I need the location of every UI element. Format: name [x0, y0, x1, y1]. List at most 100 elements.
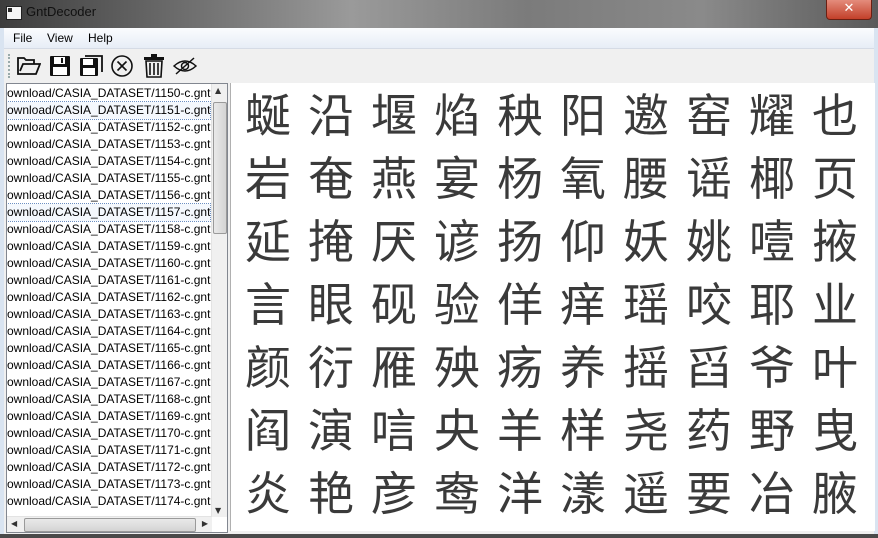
file-list-item[interactable]: ownload/CASIA_DATASET/1151-c.gnt	[7, 101, 212, 120]
character-sample[interactable]: 燕	[363, 148, 425, 210]
vertical-scroll-thumb[interactable]	[213, 102, 227, 234]
character-sample[interactable]: 彦	[363, 463, 425, 525]
file-list-item[interactable]: ownload/CASIA_DATASET/1165-c.gnt	[7, 340, 210, 357]
file-list-item[interactable]: ownload/CASIA_DATASET/1154-c.gnt	[7, 153, 210, 170]
character-sample[interactable]: 椰	[741, 148, 803, 210]
character-sample[interactable]: 艳	[300, 463, 362, 525]
character-sample[interactable]: 验	[426, 274, 488, 336]
character-sample[interactable]: 厌	[363, 211, 425, 273]
vertical-scrollbar[interactable]: ▲ ▼	[211, 84, 227, 517]
character-sample[interactable]: 央	[426, 400, 488, 462]
character-sample[interactable]: 掖	[804, 211, 866, 273]
character-sample[interactable]: 遥	[615, 463, 677, 525]
horizontal-scroll-thumb[interactable]	[24, 518, 196, 532]
file-list-item[interactable]: ownload/CASIA_DATASET/1174-c.gnt	[7, 493, 210, 510]
file-list-item[interactable]: ownload/CASIA_DATASET/1167-c.gnt	[7, 374, 210, 391]
character-sample[interactable]: 窑	[678, 85, 740, 147]
character-sample[interactable]: 仰	[552, 211, 614, 273]
character-sample[interactable]: 岩	[237, 148, 299, 210]
file-list-item[interactable]: ownload/CASIA_DATASET/1161-c.gnt	[7, 272, 210, 289]
character-sample[interactable]: 姚	[678, 211, 740, 273]
file-list-item[interactable]: ownload/CASIA_DATASET/1172-c.gnt	[7, 459, 210, 476]
file-list-item[interactable]: ownload/CASIA_DATASET/1164-c.gnt	[7, 323, 210, 340]
scroll-left-icon[interactable]: ◀	[11, 519, 17, 528]
character-sample[interactable]: 瑶	[615, 274, 677, 336]
file-list-item[interactable]: ownload/CASIA_DATASET/1152-c.gnt	[7, 119, 210, 136]
character-sample[interactable]: 砚	[363, 274, 425, 336]
character-sample[interactable]: 冶	[741, 463, 803, 525]
character-sample[interactable]: 雁	[363, 337, 425, 399]
character-sample[interactable]: 页	[804, 148, 866, 210]
horizontal-scrollbar[interactable]: ◀ ▶	[7, 516, 212, 532]
character-sample[interactable]: 疡	[489, 337, 551, 399]
character-sample[interactable]: 洋	[489, 463, 551, 525]
file-list-item[interactable]: ownload/CASIA_DATASET/1166-c.gnt	[7, 357, 210, 374]
character-sample[interactable]: 阎	[237, 400, 299, 462]
character-sample[interactable]: 曳	[804, 400, 866, 462]
toolbar-grip[interactable]	[8, 54, 13, 78]
character-sample[interactable]: 殃	[426, 337, 488, 399]
character-sample[interactable]: 羊	[489, 400, 551, 462]
character-sample[interactable]: 扬	[489, 211, 551, 273]
character-sample[interactable]: 尧	[615, 400, 677, 462]
save-all-button[interactable]	[78, 54, 104, 78]
save-button[interactable]	[47, 54, 73, 78]
character-sample[interactable]: 焰	[426, 85, 488, 147]
close-button[interactable]: ✕	[826, 0, 872, 20]
character-sample[interactable]: 漾	[552, 463, 614, 525]
character-sample[interactable]: 痒	[552, 274, 614, 336]
character-sample[interactable]: 佯	[489, 274, 551, 336]
cancel-button[interactable]	[109, 54, 135, 78]
menu-help[interactable]: Help	[88, 31, 113, 45]
character-sample[interactable]: 咬	[678, 274, 740, 336]
character-sample[interactable]: 杨	[489, 148, 551, 210]
file-list-item[interactable]: ownload/CASIA_DATASET/1163-c.gnt	[7, 306, 210, 323]
scroll-right-icon[interactable]: ▶	[202, 519, 208, 528]
character-sample[interactable]: 样	[552, 400, 614, 462]
file-list-item[interactable]: ownload/CASIA_DATASET/1171-c.gnt	[7, 442, 210, 459]
character-sample[interactable]: 耀	[741, 85, 803, 147]
character-sample[interactable]: 宴	[426, 148, 488, 210]
character-sample[interactable]: 噎	[741, 211, 803, 273]
file-list-item[interactable]: ownload/CASIA_DATASET/1173-c.gnt	[7, 476, 210, 493]
menu-view[interactable]: View	[47, 31, 73, 45]
character-sample[interactable]: 言	[237, 274, 299, 336]
character-sample[interactable]: 氧	[552, 148, 614, 210]
file-list-item[interactable]: ownload/CASIA_DATASET/1158-c.gnt	[7, 221, 210, 238]
file-list-item[interactable]: ownload/CASIA_DATASET/1159-c.gnt	[7, 238, 210, 255]
character-sample[interactable]: 谚	[426, 211, 488, 273]
file-list-item[interactable]: ownload/CASIA_DATASET/1168-c.gnt	[7, 391, 210, 408]
file-list[interactable]: ownload/CASIA_DATASET/1150-c.gnt ownload/…	[6, 83, 228, 533]
character-sample[interactable]: 眼	[300, 274, 362, 336]
character-sample[interactable]: 养	[552, 337, 614, 399]
scroll-up-icon[interactable]: ▲	[215, 86, 221, 95]
character-sample[interactable]: 谣	[678, 148, 740, 210]
file-list-item[interactable]: ownload/CASIA_DATASET/1170-c.gnt	[7, 425, 210, 442]
character-sample[interactable]: 爷	[741, 337, 803, 399]
character-sample[interactable]: 腰	[615, 148, 677, 210]
character-sample[interactable]: 唁	[363, 400, 425, 462]
character-sample[interactable]: 野	[741, 400, 803, 462]
file-list-item[interactable]: ownload/CASIA_DATASET/1162-c.gnt	[7, 289, 210, 306]
character-sample[interactable]: 邀	[615, 85, 677, 147]
character-sample[interactable]: 衍	[300, 337, 362, 399]
character-sample[interactable]: 阳	[552, 85, 614, 147]
character-sample[interactable]: 药	[678, 400, 740, 462]
hide-button[interactable]	[172, 54, 198, 78]
character-sample[interactable]: 掩	[300, 211, 362, 273]
open-folder-button[interactable]	[16, 54, 42, 78]
file-list-item[interactable]: ownload/CASIA_DATASET/1153-c.gnt	[7, 136, 210, 153]
scroll-down-icon[interactable]: ▼	[215, 506, 221, 515]
file-list-item[interactable]: ownload/CASIA_DATASET/1156-c.gnt	[7, 187, 210, 204]
character-sample[interactable]: 奄	[300, 148, 362, 210]
character-sample[interactable]: 蜒	[237, 85, 299, 147]
character-sample[interactable]: 秧	[489, 85, 551, 147]
delete-button[interactable]	[141, 54, 167, 78]
file-list-item[interactable]: ownload/CASIA_DATASET/1169-c.gnt	[7, 408, 210, 425]
file-list-item[interactable]: ownload/CASIA_DATASET/1155-c.gnt	[7, 170, 210, 187]
character-sample[interactable]: 腋	[804, 463, 866, 525]
character-sample[interactable]: 耶	[741, 274, 803, 336]
character-sample[interactable]: 业	[804, 274, 866, 336]
character-sample[interactable]: 演	[300, 400, 362, 462]
menu-file[interactable]: File	[13, 31, 32, 45]
